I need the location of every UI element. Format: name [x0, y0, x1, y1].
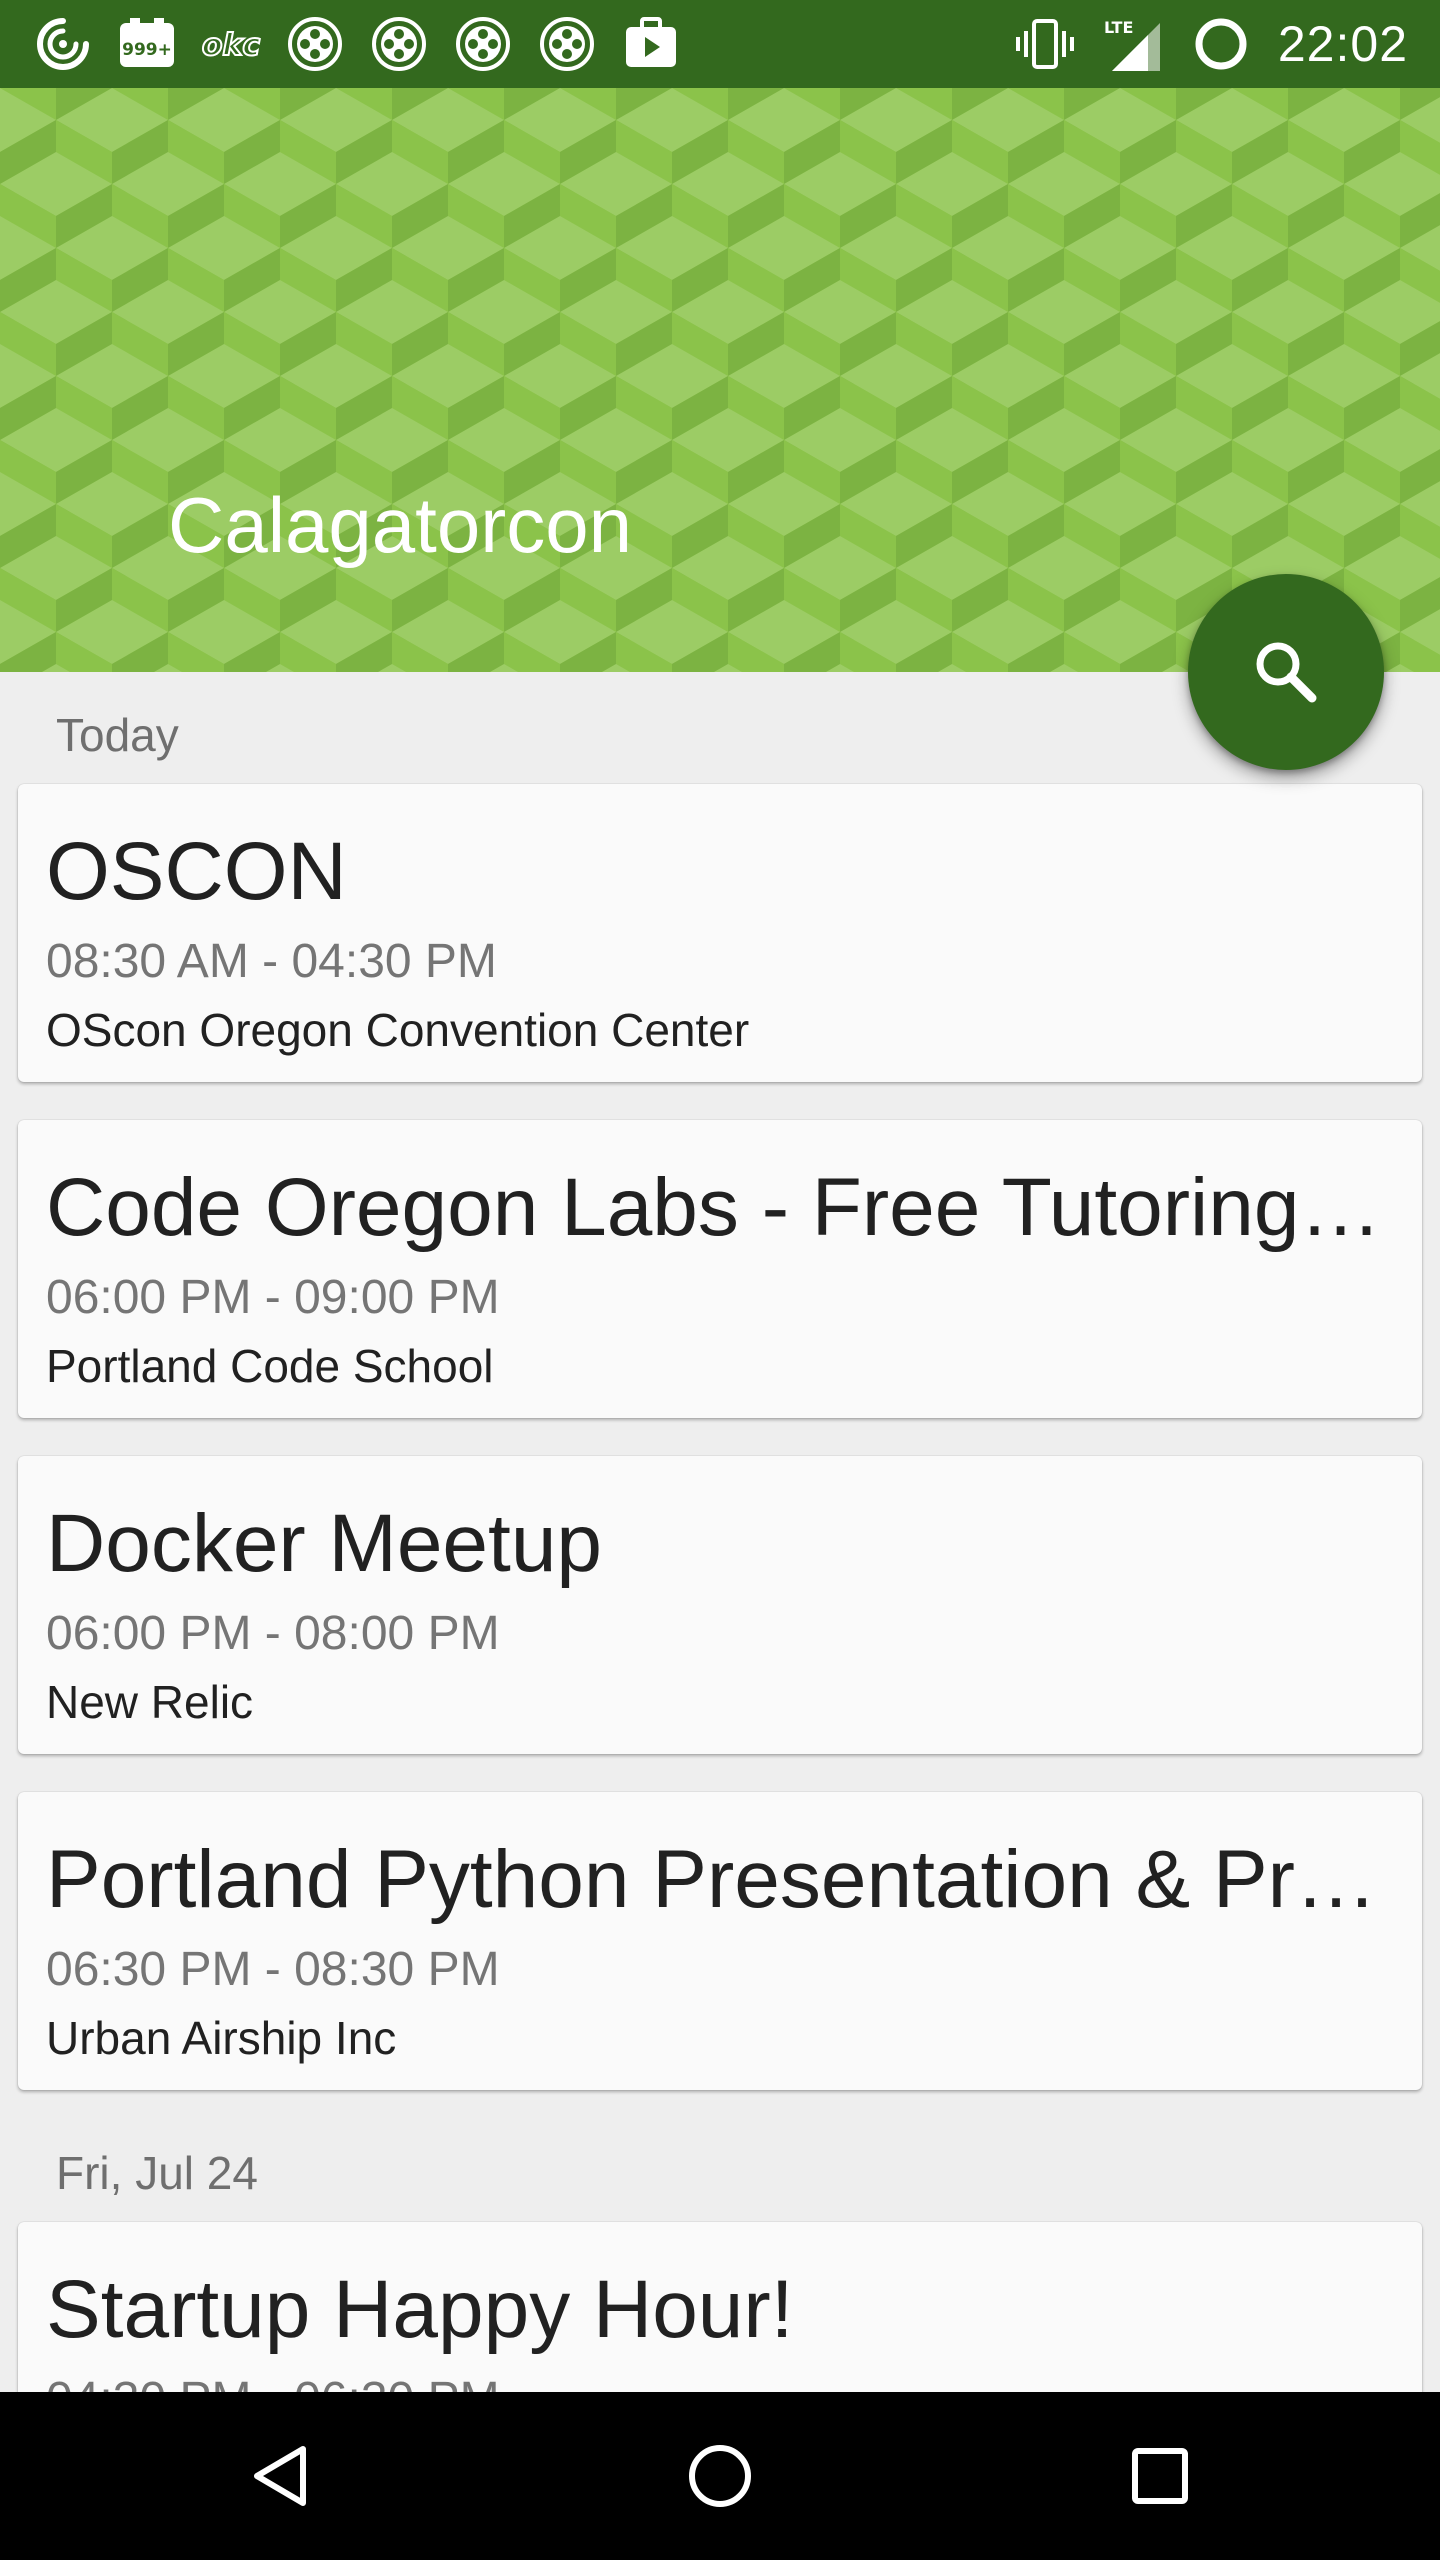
- recents-button[interactable]: [1110, 2426, 1210, 2526]
- event-venue: OScon Oregon Convention Center: [46, 1004, 750, 1056]
- event-time: 08:30 AM - 04:30 PM: [46, 935, 497, 988]
- event-card[interactable]: Code Oregon Labs - Free Tutoring for Beg…: [18, 1120, 1422, 1418]
- reel-icon: [284, 13, 346, 75]
- reel-icon: [452, 13, 514, 75]
- system-icons: LTE 22:02: [1014, 14, 1408, 74]
- app-header: Calagatorcon: [0, 88, 1440, 672]
- badge-count-text: 999+: [122, 40, 172, 60]
- network-type-label: LTE: [1104, 18, 1133, 37]
- event-time: 06:00 PM - 08:00 PM: [46, 1607, 500, 1660]
- reel-icon: [368, 13, 430, 75]
- event-title: Portland Python Presentation & Project N…: [46, 1834, 1386, 1925]
- status-bar: 999+ okc LTE 22:02: [0, 0, 1440, 88]
- event-title: Docker Meetup: [46, 1498, 603, 1589]
- search-fab-button[interactable]: [1188, 574, 1384, 770]
- okc-text: okc: [202, 28, 261, 63]
- sync-icon: [32, 13, 94, 75]
- home-button[interactable]: [670, 2426, 770, 2526]
- event-title: Startup Happy Hour!: [46, 2264, 794, 2355]
- navigation-bar: [0, 2392, 1440, 2560]
- section-header-fri-jul-24: Fri, Jul 24: [56, 2147, 258, 2199]
- home-icon: [689, 2445, 751, 2507]
- event-card[interactable]: Portland Python Presentation & Project N…: [18, 1792, 1422, 2090]
- event-card[interactable]: Docker Meetup 06:00 PM - 08:00 PM New Re…: [18, 1456, 1422, 1754]
- vibrate-icon: [1014, 13, 1076, 75]
- event-venue: Urban Airship Inc: [46, 2012, 397, 2064]
- header-cube-pattern: [0, 88, 1440, 672]
- badge-999-icon: 999+: [116, 13, 178, 75]
- back-icon: [254, 2446, 306, 2506]
- app-screen: 999+ okc LTE 22:02 Calagatorcon Today OS…: [0, 0, 1440, 2560]
- event-venue: New Relic: [46, 1676, 254, 1728]
- event-card[interactable]: OSCON 08:30 AM - 04:30 PM OScon Oregon C…: [18, 784, 1422, 1082]
- event-venue: Portland Code School: [46, 1340, 494, 1392]
- app-title: Calagatorcon: [168, 481, 632, 569]
- reel-icon: [536, 13, 598, 75]
- event-time: 04:30 PM - 06:30 PM: [46, 2372, 500, 2392]
- clock: 22:02: [1277, 16, 1408, 72]
- okc-icon: okc: [200, 13, 262, 75]
- section-header-today: Today: [56, 709, 179, 761]
- briefcase-play-icon: [620, 13, 682, 75]
- event-time: 06:30 PM - 08:30 PM: [46, 1943, 500, 1996]
- search-icon: [1256, 642, 1317, 703]
- event-card[interactable]: Startup Happy Hour! 04:30 PM - 06:30 PM: [18, 2222, 1422, 2392]
- event-list[interactable]: Today OSCON 08:30 AM - 04:30 PM OScon Or…: [0, 672, 1440, 2392]
- notification-icons: 999+ okc: [32, 14, 682, 74]
- event-title: Code Oregon Labs - Free Tutoring for Beg…: [46, 1162, 1386, 1253]
- battery-ring-icon: [1190, 13, 1252, 75]
- signal-icon: LTE: [1102, 13, 1164, 75]
- event-time: 06:00 PM - 09:00 PM: [46, 1271, 500, 1324]
- event-title: OSCON: [46, 826, 347, 917]
- back-button[interactable]: [232, 2426, 332, 2526]
- recents-icon: [1132, 2448, 1188, 2504]
